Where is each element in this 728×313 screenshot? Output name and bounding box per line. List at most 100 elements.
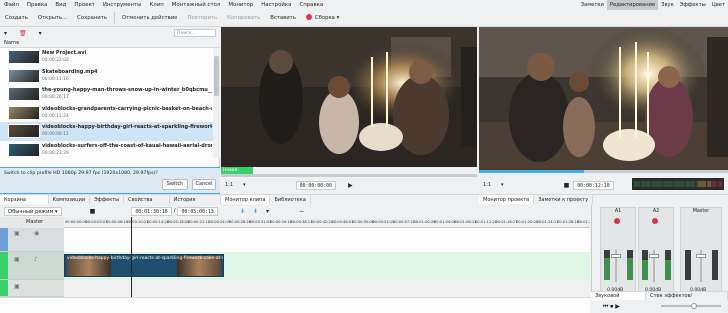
overwrite-icon[interactable]: ⬇ bbox=[253, 208, 258, 215]
undo-button[interactable]: Отменить действие bbox=[117, 10, 183, 27]
list-item[interactable]: the-young-happy-man-throws-snow-up-in-wi… bbox=[0, 85, 213, 104]
fader-handle[interactable] bbox=[611, 254, 621, 258]
add-clip-icon[interactable]: ▾ bbox=[39, 30, 42, 37]
project-monitor-view[interactable] bbox=[479, 27, 728, 170]
record-icon[interactable] bbox=[652, 218, 658, 224]
lock-icon[interactable]: ▣ bbox=[14, 256, 20, 263]
bin-scrollbar[interactable] bbox=[213, 48, 220, 158]
layout-color[interactable]: Цвет bbox=[709, 0, 728, 10]
render-button[interactable]: Сборка ▾ bbox=[301, 10, 344, 27]
menu-settings[interactable]: Настройка bbox=[257, 0, 295, 10]
scrollbar-handle[interactable] bbox=[214, 56, 219, 96]
bin-search-input[interactable]: Поиск... bbox=[174, 29, 216, 37]
menu-clip[interactable]: Клип bbox=[145, 0, 167, 10]
menu-timeline[interactable]: Монтажный стол bbox=[168, 0, 225, 10]
menu-edit[interactable]: Правка bbox=[23, 0, 52, 10]
tab-compositions[interactable]: Композиции bbox=[49, 195, 91, 204]
menu-tools[interactable]: Инструменты bbox=[99, 0, 146, 10]
project-play-icon[interactable]: ■ bbox=[564, 182, 570, 189]
level-meter bbox=[685, 250, 691, 280]
project-zoom-select[interactable]: 1:1 bbox=[479, 182, 495, 188]
tab-clip-monitor[interactable]: Монитор клипа bbox=[221, 195, 271, 204]
tab-history[interactable]: История действий bbox=[170, 195, 221, 213]
copy-button[interactable]: Копировать bbox=[222, 10, 265, 27]
level-meter bbox=[604, 250, 610, 280]
project-zoom-chevron-icon[interactable]: ▾ bbox=[501, 182, 504, 188]
clip-ruler[interactable] bbox=[221, 174, 477, 177]
list-item[interactable]: videoblocks-grandparents-carrying-picnic… bbox=[0, 104, 213, 123]
clip-zoom-select[interactable]: 1:1 bbox=[221, 182, 237, 188]
bin-menu-icon[interactable]: ▾ bbox=[4, 30, 7, 37]
zoom-slider[interactable] bbox=[661, 303, 721, 309]
ruler-tick-label: 00:00:14:28 bbox=[147, 220, 169, 224]
new-button[interactable]: Создать bbox=[0, 10, 33, 27]
clip-timecode[interactable]: 00:00:00:00 bbox=[295, 180, 336, 190]
tab-audio-mixer[interactable]: Звуковой микшер bbox=[591, 292, 647, 308]
tab-effect-stack[interactable]: Стек эффектов/композиций bbox=[646, 292, 728, 308]
clip-monitor-view[interactable] bbox=[221, 27, 477, 167]
bin-column-name[interactable]: Name bbox=[0, 39, 220, 48]
eye-icon[interactable]: ◉ bbox=[34, 230, 39, 237]
timeline-empty-area[interactable] bbox=[0, 297, 590, 313]
ruler-tick-label: 00:00:57:22 bbox=[393, 220, 415, 224]
cancel-button[interactable]: Cancel bbox=[192, 179, 216, 190]
layout-switcher: Заметки Редактирование Звук Эффекты Цвет bbox=[578, 0, 728, 10]
razor-tool-icon[interactable]: ■ bbox=[90, 208, 96, 215]
save-button[interactable]: Сохранить bbox=[72, 10, 112, 27]
list-item[interactable]: videoblocks-surfers-off-the-coast-of-kau… bbox=[0, 141, 213, 159]
playhead[interactable] bbox=[131, 217, 132, 297]
layout-notes[interactable]: Заметки bbox=[578, 0, 607, 10]
tab-library[interactable]: Библиотека bbox=[270, 195, 311, 204]
playback-controls-icon[interactable]: ⏮ ⏹ ▶ bbox=[603, 303, 620, 311]
lock-icon[interactable]: ▣ bbox=[14, 230, 20, 237]
lock-icon[interactable]: ▣ bbox=[14, 283, 20, 290]
mixer-channel-a1: A1 0.00dB bbox=[600, 207, 636, 295]
timeline-menu-icon[interactable]: ▾ bbox=[266, 208, 269, 215]
render-label: Сборка bbox=[314, 14, 335, 21]
clip-zoom-chevron-icon[interactable]: ▾ bbox=[243, 182, 246, 188]
zoom-out-icon[interactable]: − bbox=[299, 208, 304, 215]
edit-mode-select[interactable]: Обычный режим ▾ bbox=[4, 206, 62, 216]
ruler-tick-label: 00:00:38:17 bbox=[290, 220, 313, 224]
fader-handle[interactable] bbox=[649, 254, 659, 258]
timeline-clip[interactable]: videoblocks-happy-birthday-girl-reacts-a… bbox=[64, 254, 224, 277]
track-header[interactable]: ▣ ◉ bbox=[0, 228, 64, 252]
clip-play-icon[interactable]: ▶ bbox=[348, 182, 353, 189]
project-timecode[interactable]: 00:00:12:10 bbox=[573, 180, 614, 190]
timeline-ruler[interactable]: 00:00:00:00 00:00:03:07 00:00:06:14 00:00:1… bbox=[63, 217, 590, 228]
menu-help[interactable]: Справка bbox=[295, 0, 327, 10]
ruler-tick-label: 00:00:53:15 bbox=[372, 220, 395, 224]
track-header[interactable]: ▣ bbox=[0, 280, 64, 297]
switch-button[interactable]: Switch bbox=[162, 179, 188, 190]
zoom-slider-handle[interactable] bbox=[691, 303, 697, 309]
tab-effects[interactable]: Эффекты bbox=[90, 195, 125, 204]
layout-effects[interactable]: Эффекты bbox=[677, 0, 709, 10]
list-item[interactable]: New Project.avi 00:00:22:02 bbox=[0, 48, 213, 67]
redo-button[interactable]: Повторить bbox=[182, 10, 222, 27]
insert-icon[interactable]: ⬇ bbox=[240, 208, 245, 215]
project-ruler-zone[interactable] bbox=[479, 170, 584, 173]
list-item[interactable]: videoblocks-happy-birthday-girl-reacts-a… bbox=[0, 122, 213, 141]
tab-clip-properties[interactable]: Свойства клипа bbox=[124, 195, 170, 213]
menu-monitor[interactable]: Монитор bbox=[224, 0, 257, 10]
menu-view[interactable]: Вид bbox=[51, 0, 70, 10]
fader-handle[interactable] bbox=[696, 254, 706, 258]
record-icon[interactable] bbox=[614, 218, 620, 224]
mute-icon[interactable]: ♪ bbox=[34, 256, 38, 263]
track-header[interactable]: ▣ ♪ bbox=[0, 252, 64, 280]
tab-project-bin[interactable]: Корзина проекта bbox=[0, 195, 49, 213]
ruler-tick-label: 00:01:32:25 bbox=[577, 220, 591, 224]
open-button[interactable]: Открыть... bbox=[33, 10, 72, 27]
tab-project-monitor[interactable]: Монитор проекта bbox=[479, 195, 535, 204]
timeline-current-time[interactable]: 00:01:30:16 bbox=[131, 206, 172, 216]
layout-editing[interactable]: Редактирование bbox=[606, 0, 659, 10]
menu-project[interactable]: Проект bbox=[70, 0, 99, 10]
menu-file[interactable]: Файл bbox=[0, 0, 23, 10]
ruler-tick-label: 00:00:31:03 bbox=[249, 220, 272, 224]
clip-marker-label[interactable]: Новая вставка bbox=[221, 167, 253, 180]
layout-audio[interactable]: Звук bbox=[658, 0, 677, 10]
delete-clip-icon[interactable]: 🗑 bbox=[19, 30, 27, 37]
tab-project-notes[interactable]: Заметки к проекту bbox=[534, 195, 594, 204]
list-item[interactable]: Skateboarding.mp4 00:00:11:16 bbox=[0, 67, 213, 86]
paste-button[interactable]: Вставить bbox=[265, 10, 301, 27]
